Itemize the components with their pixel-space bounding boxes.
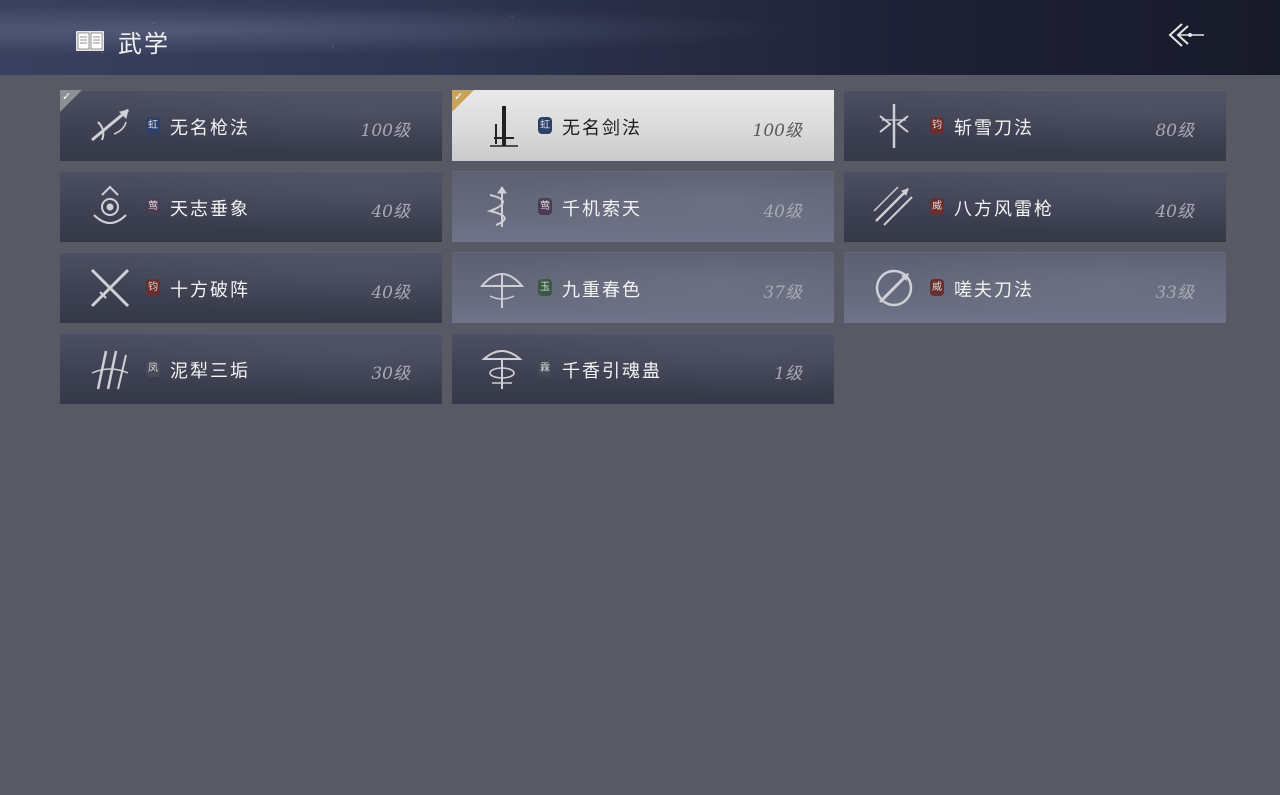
skill-level: 37级 [763,283,802,303]
check-icon: ✓ [454,90,464,103]
book-icon [76,31,104,51]
blade-snow-icon [868,100,920,152]
page-title: 武学 [118,30,170,58]
skill-name: 斩雪刀法 [954,118,1034,139]
skill-card[interactable]: 莺天志垂象 40级 [60,171,442,242]
school-badge: 莺 [538,198,552,215]
skill-card[interactable]: 钧十方破阵 40级 [60,252,442,323]
skill-name: 十方破阵 [170,280,250,301]
school-badge: 威 [930,198,944,215]
skill-level: 100级 [752,121,802,141]
skill-name: 千机索天 [562,199,642,220]
skill-card[interactable]: 霖千香引魂蛊 1级 [452,333,834,404]
school-badge: 莺 [146,198,160,215]
ring-blade-icon [868,262,920,314]
school-badge: 钧 [146,279,160,296]
school-badge: 威 [930,279,944,296]
skill-name: 九重春色 [562,280,642,301]
thunder-spear-icon [868,181,920,233]
skill-card[interactable]: 威嗟夫刀法 33级 [844,252,1226,323]
skill-name: 无名剑法 [562,118,642,139]
skill-card[interactable]: 钧斩雪刀法 80级 [844,90,1226,161]
school-badge: 虹 [538,117,552,134]
crossed-blades-icon [84,262,136,314]
school-badge: 凤 [146,360,160,377]
skill-card[interactable]: ✓ 虹无名剑法 100级 [452,90,834,161]
header-bar: 武学 [0,0,1280,75]
back-arrow-icon[interactable] [1160,16,1210,56]
sword-icon [476,100,528,152]
skill-card[interactable]: 玉九重春色 37级 [452,252,834,323]
school-badge: 玉 [538,279,552,296]
triple-blade-icon [84,343,136,395]
skill-level: 40级 [1155,202,1194,222]
rope-dart-icon [476,181,528,233]
skill-card[interactable]: 威八方风雷枪 40级 [844,171,1226,242]
skill-card[interactable]: 莺千机索天 40级 [452,171,834,242]
skill-level: 40级 [371,283,410,303]
school-badge: 虹 [146,117,160,134]
skill-card[interactable]: ✓ 虹无名枪法 100级 [60,90,442,161]
skill-level: 40级 [763,202,802,222]
lantern-icon [476,343,528,395]
school-badge: 钧 [930,117,944,134]
fan-hand-icon [84,181,136,233]
skill-name: 泥犁三垢 [170,361,250,382]
skill-level: 1级 [774,364,802,384]
skill-name: 千香引魂蛊 [562,361,662,382]
skill-level: 30级 [371,364,410,384]
umbrella-icon [476,262,528,314]
spear-icon [84,100,136,152]
skill-name: 无名枪法 [170,118,250,139]
skill-name: 嗟夫刀法 [954,280,1034,301]
skill-level: 40级 [371,202,410,222]
school-badge: 霖 [538,360,552,377]
skill-level: 33级 [1155,283,1194,303]
skill-level: 100级 [360,121,410,141]
skill-name: 天志垂象 [170,199,250,220]
skill-name: 八方风雷枪 [954,199,1054,220]
skill-card[interactable]: 凤泥犁三垢 30级 [60,333,442,404]
skill-level: 80级 [1155,121,1194,141]
check-icon: ✓ [62,90,72,103]
